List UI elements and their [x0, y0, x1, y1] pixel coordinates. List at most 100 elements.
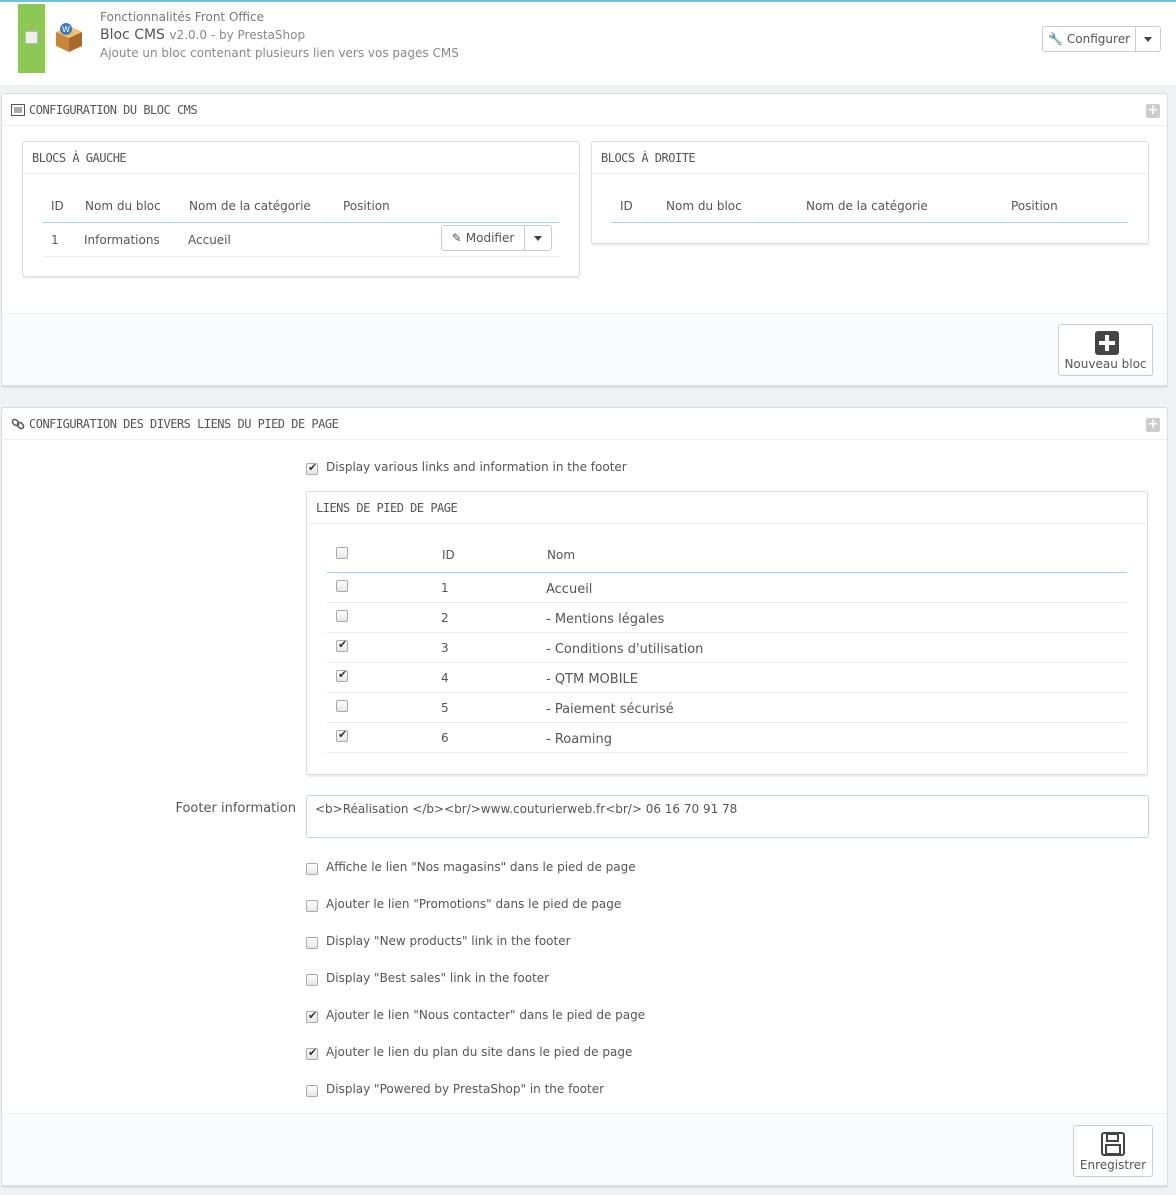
col-block-name: Nom du bloc: [666, 199, 742, 213]
cms-config-panel: CONFIGURATION DU BLOC CMS + BLOCS À GAUC…: [1, 93, 1168, 386]
expand-icon[interactable]: +: [1146, 104, 1160, 118]
list-icon: [11, 103, 25, 116]
expand-icon[interactable]: +: [1146, 418, 1160, 432]
footer-links-panel: LIENS DE PIED DE PAGE ID Nom 1 Accueil 2…: [306, 491, 1148, 775]
configure-label: Configurer: [1066, 32, 1131, 46]
link-name: Accueil: [546, 582, 593, 597]
left-blocks-title: BLOCS À GAUCHE: [23, 142, 579, 174]
footer-links-title: LIENS DE PIED DE PAGE: [307, 492, 1147, 524]
block-name: Informations: [84, 233, 160, 247]
module-row: W Fonctionnalités Front Office Bloc CMS …: [0, 0, 1176, 85]
option-nos-magasins-checkbox[interactable]: [306, 863, 318, 875]
col-position: Position: [1011, 199, 1058, 213]
configure-dropdown-toggle[interactable]: [1136, 26, 1161, 52]
module-category: Fonctionnalités Front Office: [100, 10, 264, 24]
link-id: 6: [441, 731, 449, 745]
option-sitemap-checkbox[interactable]: [306, 1046, 318, 1060]
header-divider: [327, 572, 1127, 573]
module-box-icon: W: [56, 23, 82, 52]
header-divider: [612, 222, 1128, 223]
footer-panel-footer: Enregistrer: [2, 1113, 1167, 1185]
link-checkbox[interactable]: [336, 580, 348, 592]
block-id: 1: [51, 233, 59, 247]
save-button[interactable]: Enregistrer: [1073, 1125, 1153, 1177]
footer-info-label: Footer information: [175, 801, 296, 816]
option-new-products-checkbox[interactable]: [306, 937, 318, 949]
footer-config-panel: CONFIGURATION DES DIVERS LIENS DU PIED D…: [1, 407, 1168, 1186]
col-position: Position: [343, 199, 390, 213]
col-id: ID: [51, 199, 64, 213]
option-promotions-checkbox[interactable]: [306, 900, 318, 912]
modify-dropdown-toggle[interactable]: [525, 225, 552, 251]
link-checkbox[interactable]: [336, 610, 348, 622]
link-id: 4: [441, 671, 449, 685]
display-links-label[interactable]: Display various links and information in…: [326, 460, 627, 474]
footer-config-heading: CONFIGURATION DES DIVERS LIENS DU PIED D…: [2, 408, 1167, 440]
cms-config-title: CONFIGURATION DU BLOC CMS: [29, 102, 198, 117]
select-all-checkbox[interactable]: [336, 547, 348, 559]
option-contact-checkbox[interactable]: [306, 1009, 318, 1023]
link-id: 5: [441, 701, 449, 715]
plus-square-icon: [1095, 331, 1119, 355]
col-id: ID: [442, 548, 455, 562]
new-block-label: Nouveau bloc: [1064, 357, 1147, 371]
caret-down-icon: [1144, 36, 1152, 42]
row-divider: [327, 662, 1127, 663]
configure-button[interactable]: 🔧 Configurer: [1042, 26, 1136, 52]
col-id: ID: [620, 199, 633, 213]
configure-button-group: 🔧 Configurer: [1042, 26, 1161, 52]
option-nos-magasins-label[interactable]: Affiche le lien "Nos magasins" dans le p…: [326, 860, 636, 874]
col-category-name: Nom de la catégorie: [189, 199, 311, 213]
link-id: 3: [441, 641, 449, 655]
row-divider: [327, 602, 1127, 603]
link-name: - Mentions légales: [546, 612, 665, 627]
option-best-sales-checkbox[interactable]: [306, 974, 318, 986]
module-title: Bloc CMS: [100, 27, 165, 43]
link-id: 1: [441, 581, 449, 595]
cms-config-heading: CONFIGURATION DU BLOC CMS: [2, 94, 1167, 126]
link-id: 2: [441, 611, 449, 625]
new-block-button[interactable]: Nouveau bloc: [1058, 324, 1153, 376]
module-select-checkbox[interactable]: [25, 31, 38, 44]
row-divider: [327, 692, 1127, 693]
footer-config-title: CONFIGURATION DES DIVERS LIENS DU PIED D…: [29, 416, 339, 431]
save-label: Enregistrer: [1079, 1158, 1147, 1172]
module-version: v2.0.0 - by PrestaShop: [169, 28, 306, 42]
link-checkbox[interactable]: [336, 700, 348, 712]
display-links-checkbox[interactable]: [306, 461, 318, 475]
link-name: - QTM MOBILE: [546, 672, 639, 687]
module-description: Ajoute un bloc contenant plusieurs lien …: [100, 46, 459, 60]
col-category-name: Nom de la catégorie: [806, 199, 928, 213]
link-name: - Conditions d'utilisation: [546, 642, 704, 657]
module-name: Bloc CMS v2.0.0 - by PrestaShop: [100, 27, 305, 43]
option-new-products-label[interactable]: Display "New products" link in the foote…: [326, 934, 571, 948]
option-powered-by-label[interactable]: Display "Powered by PrestaShop" in the f…: [326, 1082, 604, 1096]
option-best-sales-label[interactable]: Display "Best sales" link in the footer: [326, 971, 549, 985]
save-icon: [1101, 1132, 1125, 1156]
link-checkbox[interactable]: [336, 668, 348, 682]
col-block-name: Nom du bloc: [85, 199, 161, 213]
row-divider: [327, 752, 1127, 753]
row-divider: [327, 722, 1127, 723]
header-divider: [43, 222, 559, 223]
link-checkbox[interactable]: [336, 728, 348, 742]
modify-button-group: ✎ Modifier: [441, 225, 552, 251]
block-category: Accueil: [188, 233, 231, 247]
caret-down-icon: [534, 235, 542, 241]
right-blocks-title: BLOCS À DROITE: [592, 142, 1148, 174]
link-name: - Paiement sécurisé: [546, 702, 674, 717]
option-contact-label[interactable]: Ajouter le lien "Nous contacter" dans le…: [326, 1008, 645, 1022]
link-checkbox[interactable]: [336, 638, 348, 652]
svg-text:W: W: [62, 25, 70, 34]
edit-icon: ✎: [451, 231, 462, 245]
option-promotions-label[interactable]: Ajouter le lien "Promotions" dans le pie…: [326, 897, 621, 911]
row-divider: [327, 632, 1127, 633]
option-powered-by-checkbox[interactable]: [306, 1085, 318, 1097]
option-sitemap-label[interactable]: Ajouter le lien du plan du site dans le …: [326, 1045, 632, 1059]
left-blocks-panel: BLOCS À GAUCHE ID Nom du bloc Nom de la …: [22, 141, 580, 277]
cms-panel-footer: Nouveau bloc: [2, 313, 1167, 385]
row-divider: [43, 256, 559, 257]
modify-button[interactable]: ✎ Modifier: [441, 225, 525, 251]
right-blocks-panel: BLOCS À DROITE ID Nom du bloc Nom de la …: [591, 141, 1149, 244]
footer-info-textarea[interactable]: <b>Réalisation </b><br/>www.couturierweb…: [306, 795, 1149, 838]
